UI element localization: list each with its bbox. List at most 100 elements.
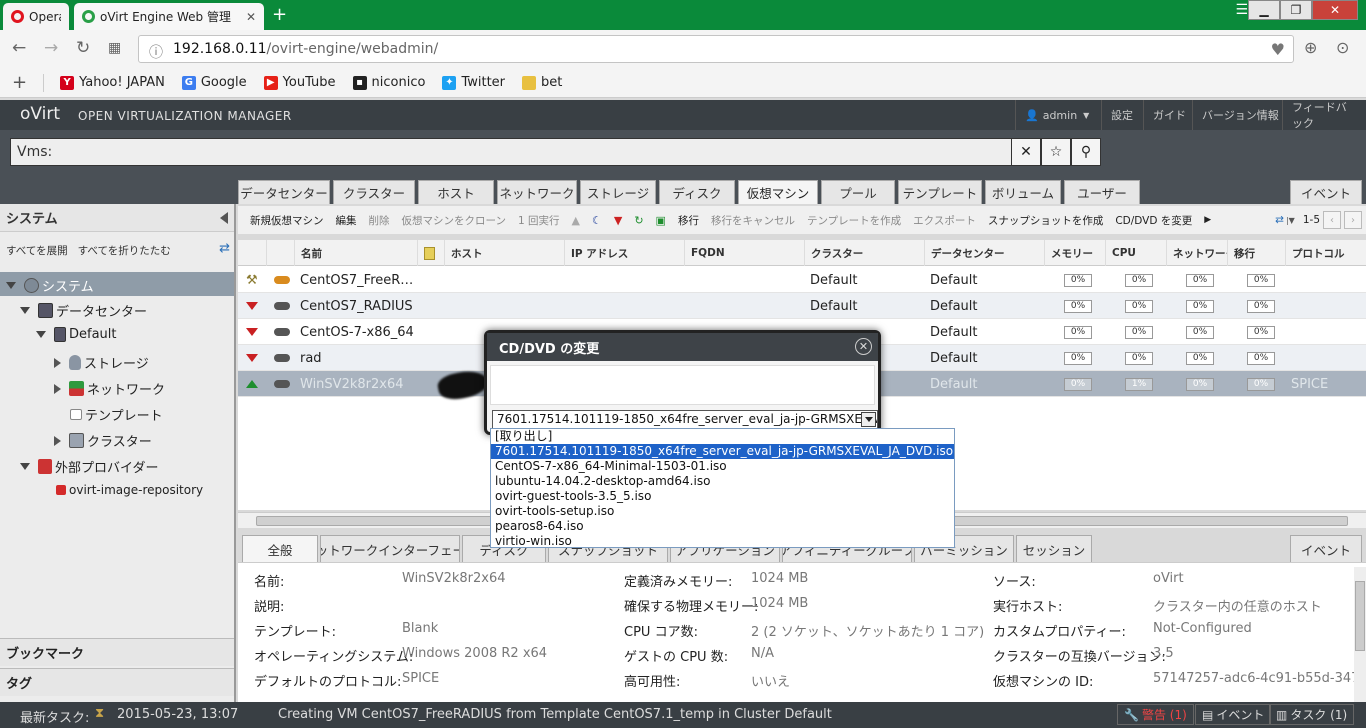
new-vm-button[interactable]: 新規仮想マシン [250,213,324,228]
tab-network-interfaces[interactable]: ネットワークインターフェース [320,535,460,562]
iso-select[interactable]: 7601.17514.101119-1850_x64fre_server_eva… [492,410,878,429]
previous-page-button[interactable]: ‹ [1323,211,1341,229]
tab-general[interactable]: 全般 [242,535,318,562]
iso-option[interactable]: 7601.17514.101119-1850_x64fre_server_eva… [491,444,954,459]
menu-guide[interactable]: ガイド [1143,100,1195,130]
tree-node-datacenter[interactable]: データセンター [20,301,147,320]
menu-settings[interactable]: 設定 [1101,100,1142,130]
column-type[interactable] [266,240,294,266]
table-row[interactable]: CentOS7_RADIUS Default Default 0% 0% 0% 0% [238,293,1366,319]
close-icon[interactable]: ✕ [855,338,872,355]
tab-sessions[interactable]: セッション [1016,535,1092,562]
reload-icon[interactable]: ↻ [76,38,90,58]
tree-node-storage[interactable]: ストレージ [54,353,149,372]
add-bookmark-icon[interactable]: + [12,72,27,93]
tree-node-network[interactable]: ネットワーク [54,379,165,398]
events-button[interactable]: ▤ イベント [1195,704,1272,725]
menu-feedback[interactable]: フィードバック [1282,100,1366,130]
bookmark-google[interactable]: G Google [181,75,247,90]
bookmark-yahoo[interactable]: Y Yahoo! JAPAN [60,75,165,90]
tab-cluster[interactable]: クラスター [333,180,415,204]
column-datacenter[interactable]: データセンター [924,240,1044,266]
bookmarks-section[interactable]: ブックマーク [0,638,234,666]
tab-opera-menu[interactable]: Opera [3,3,69,30]
clear-search-button[interactable]: ✕ [1011,138,1041,166]
column-ip[interactable]: IP アドレス [564,240,684,266]
tab-disk[interactable]: ディスク [659,180,735,204]
tab-volume[interactable]: ボリューム [985,180,1061,204]
edit-button[interactable]: 編集 [336,213,357,228]
tree-node-external-providers[interactable]: 外部プロバイダー [20,457,158,476]
iso-option[interactable]: pearos8-64.iso [491,519,954,534]
column-cpu[interactable]: CPU [1105,240,1166,266]
tab-close-icon[interactable]: ✕ [246,10,256,24]
tab-datacenter[interactable]: データセンター [238,180,330,204]
bookmark-twitter[interactable]: ✦ Twitter [442,75,505,90]
search-input[interactable]: Vms: [10,138,1012,166]
vertical-scrollbar[interactable] [1354,567,1366,703]
chevron-down-icon[interactable] [861,412,876,427]
cancel-migration-button[interactable]: 移行をキャンセル [711,213,795,228]
search-button[interactable]: ⚲ [1071,138,1101,166]
scrollbar-thumb[interactable] [1355,581,1365,651]
bookmark-niconico[interactable]: ▪ niconico [352,75,425,90]
tree-node-cluster[interactable]: クラスター [54,431,152,450]
column-host[interactable]: ホスト [444,240,564,266]
column-cluster[interactable]: クラスター [804,240,924,266]
menu-about[interactable]: バージョン情報 [1192,100,1288,130]
column-comment[interactable] [417,240,444,266]
iso-option[interactable]: CentOS-7-x86_64-Minimal-1503-01.iso [491,459,954,474]
clone-vm-button[interactable]: 仮想マシンをクローン [402,213,506,228]
column-migration[interactable]: 移行 [1227,240,1285,266]
create-snapshot-button[interactable]: スナップショットを作成 [988,213,1104,228]
tree-node-default[interactable]: Default [36,327,117,342]
speed-dial-icon[interactable]: ▦ [108,40,121,56]
tab-network[interactable]: ネットワーク [497,180,577,204]
column-name[interactable]: 名前 [294,240,417,266]
user-menu[interactable]: 👤 admin ▼ [1015,100,1101,130]
forward-icon[interactable]: → [44,38,58,58]
run-icon[interactable]: ▲ [572,214,580,227]
tree-node-template[interactable]: テンプレート [70,405,163,424]
tab-storage[interactable]: ストレージ [580,180,656,204]
table-row[interactable]: ⚒ CentOS7_FreeR… Default Default 0% 0% 0% 0% [238,267,1366,293]
column-protocol[interactable]: プロトコル [1285,240,1366,266]
tasks-button[interactable]: ▥ タスク (1) [1269,704,1355,725]
suspend-icon[interactable]: ☾ [592,214,602,227]
iso-option[interactable]: lubuntu-14.04.2-desktop-amd64.iso [491,474,954,489]
shutdown-icon[interactable]: ▼ [614,214,622,227]
remove-button[interactable]: 削除 [369,213,390,228]
tab-ovirt[interactable]: oVirt Engine Web 管理 ✕ [74,3,264,30]
tab-host[interactable]: ホスト [418,180,494,204]
tab-vms[interactable]: 仮想マシン [738,180,818,204]
tab-menu-icon[interactable]: ☰ [1235,2,1248,18]
column-network[interactable]: ネットワーク [1166,240,1227,266]
make-template-button[interactable]: テンプレートを作成 [807,213,901,228]
iso-option[interactable]: virtio-win.iso [491,534,954,549]
iso-option[interactable]: ovirt-tools-setup.iso [491,504,954,519]
close-window-button[interactable]: ✕ [1312,0,1358,20]
next-page-button[interactable]: › [1344,211,1362,229]
tags-section[interactable]: タグ [0,668,234,696]
tab-pool[interactable]: プール [821,180,895,204]
tab-template[interactable]: テンプレート [898,180,982,204]
expand-all-link[interactable]: すべてを展開 [6,245,68,257]
tab-events[interactable]: イベント [1290,180,1362,204]
change-cd-button[interactable]: CD/DVD を変更 [1115,213,1192,228]
collapse-pane-icon[interactable] [220,212,228,224]
iso-option[interactable]: [取り出し] [491,429,954,444]
export-button[interactable]: エクスポート [913,213,976,228]
tree-node-image-repository[interactable]: ovirt-image-repository [56,483,203,497]
run-once-button[interactable]: 1 回実行 [518,213,560,228]
column-fqdn[interactable]: FQDN [684,240,804,266]
collapse-all-link[interactable]: すべてを折りたたむ [78,245,171,257]
more-actions-icon[interactable]: ▶ [1204,215,1211,225]
refresh-icon[interactable]: ⇄ [1275,214,1284,226]
tab-users[interactable]: ユーザー [1064,180,1140,204]
back-icon[interactable]: ← [12,38,26,58]
minimize-button[interactable]: ▁ [1248,0,1280,20]
refresh-options-icon[interactable]: |▼ [1286,216,1295,225]
extension-icon[interactable]: ⊙ [1336,38,1349,57]
url-field[interactable]: ⓘ 192.168.0.11/ovirt-engine/webadmin/ ♥ [138,35,1294,63]
tree-node-system[interactable]: システム [6,276,94,295]
